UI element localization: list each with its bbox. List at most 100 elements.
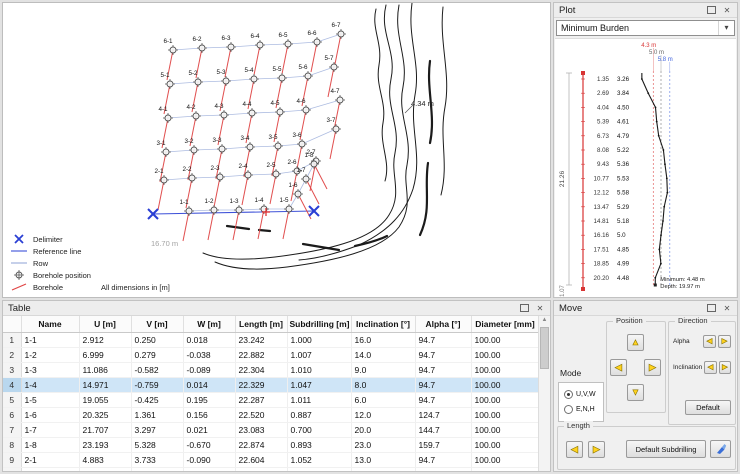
borehole-position[interactable]	[249, 74, 259, 84]
table-row[interactable]: 102-26.6703.763-0.12122.6011.02414.094.7…	[3, 467, 538, 471]
table-cell[interactable]: 1.010	[287, 362, 352, 378]
table-cell[interactable]: -0.670	[183, 437, 236, 453]
table-panel-titlebar[interactable]: Table ✕	[3, 301, 550, 316]
row-number[interactable]: 2	[3, 347, 22, 363]
borehole-position[interactable]	[301, 174, 311, 184]
borehole-position[interactable]	[187, 173, 197, 183]
table-cell[interactable]: 3.763	[131, 467, 184, 471]
table-cell[interactable]: 100.00	[471, 452, 538, 468]
borehole-position[interactable]	[168, 45, 178, 55]
table-cell[interactable]: 0.018	[183, 332, 236, 348]
move-up-button[interactable]: ▲	[627, 334, 644, 351]
borehole-position[interactable]	[215, 172, 225, 182]
borehole-position[interactable]	[335, 95, 345, 105]
close-icon[interactable]: ✕	[720, 302, 734, 314]
table-row[interactable]: 1 1-1 2.912 0.250 0.018 23.242 1.000 16.0 94.7 10…	[3, 332, 538, 348]
table-row[interactable]: 2 1-2 6.999 0.279 -0.038 22.882 1.007 14.0 94.7 1…	[3, 347, 538, 363]
table-cell[interactable]: 22.604	[235, 452, 288, 468]
table-cell[interactable]: 1-1	[21, 332, 80, 348]
borehole-position[interactable]	[159, 175, 169, 185]
borehole-trace[interactable]	[310, 41, 318, 73]
table-cell[interactable]: 94.7	[415, 362, 472, 378]
row-number[interactable]: 10	[3, 467, 22, 471]
row-number[interactable]: 7	[3, 422, 22, 438]
table-cell[interactable]: 94.7	[415, 347, 472, 363]
default-subdrilling-button[interactable]: Default Subdrilling	[626, 440, 706, 458]
borehole-trace[interactable]	[224, 46, 232, 78]
borehole-position[interactable]	[273, 141, 283, 151]
table-cell[interactable]: -0.121	[183, 467, 236, 471]
borehole-position[interactable]	[191, 111, 201, 121]
table-cell[interactable]: 22.329	[235, 377, 288, 393]
table-cell[interactable]: 6.0	[351, 392, 416, 408]
table-cell[interactable]: 94.7	[415, 452, 472, 468]
table-cell[interactable]: 1.000	[287, 332, 352, 348]
borehole-position[interactable]	[209, 205, 219, 215]
inclination-increase-button[interactable]: ▶	[718, 360, 731, 374]
borehole-position[interactable]	[243, 170, 253, 180]
borehole-position[interactable]	[297, 139, 307, 149]
move-right-button[interactable]: ▶	[644, 359, 661, 376]
table-cell[interactable]: 21.707	[79, 422, 132, 438]
table-cell[interactable]: 22.287	[235, 392, 288, 408]
scroll-up-icon[interactable]: ▲	[539, 316, 550, 325]
borehole-position[interactable]	[284, 204, 294, 214]
table-cell[interactable]: 1-5	[21, 392, 80, 408]
table-cell[interactable]: 100.00	[471, 422, 538, 438]
row-number[interactable]: 4	[3, 377, 22, 393]
borehole-position[interactable]	[226, 42, 236, 52]
borehole-position[interactable]	[312, 37, 322, 47]
table-cell[interactable]: 1-8	[21, 437, 80, 453]
borehole-position[interactable]	[283, 39, 293, 49]
table-cell[interactable]: 124.7	[415, 407, 472, 423]
table-cell[interactable]: 19.055	[79, 392, 132, 408]
table-cell[interactable]: 100.00	[471, 392, 538, 408]
borehole-position[interactable]	[219, 110, 229, 120]
map-canvas-panel[interactable]: 6-1 6-2 6-3 6-4 6-5 6-6 6-7 5-1 5-2 5-3 5-4 5-5 5-6 5…	[2, 2, 551, 298]
table-cell[interactable]: 1-6	[21, 407, 80, 423]
table-cell[interactable]: 3.733	[131, 452, 184, 468]
mode-radio-uvw[interactable]: U,V,W	[564, 390, 603, 399]
table-cell[interactable]: 100.00	[471, 377, 538, 393]
borehole-position[interactable]	[293, 189, 303, 199]
table-cell[interactable]: 2.912	[79, 332, 132, 348]
table-cell[interactable]: 23.193	[79, 437, 132, 453]
table-cell[interactable]: 23.083	[235, 422, 288, 438]
borehole-trace[interactable]	[269, 173, 277, 205]
table-cell[interactable]: -0.038	[183, 347, 236, 363]
table-header-row[interactable]: Name U [m] V [m] W [m] Length [m] Subdrilling…	[3, 316, 538, 333]
table-cell[interactable]: 159.7	[415, 437, 472, 453]
table-cell[interactable]: 12.0	[351, 407, 416, 423]
table-cell[interactable]: 0.195	[183, 392, 236, 408]
table-cell[interactable]: 22.874	[235, 437, 288, 453]
table-cell[interactable]: 4.883	[79, 452, 132, 468]
table-cell[interactable]: 6.999	[79, 347, 132, 363]
close-icon[interactable]: ✕	[720, 4, 734, 16]
table-cell[interactable]: 6.670	[79, 467, 132, 471]
column-header[interactable]: Alpha [°]	[415, 316, 472, 333]
borehole-position[interactable]	[165, 79, 175, 89]
table-cell[interactable]: 0.700	[287, 422, 352, 438]
column-header[interactable]: Inclination [°]	[351, 316, 416, 333]
borehole-trace[interactable]	[281, 43, 289, 75]
table-cell[interactable]: 14.0	[351, 467, 416, 471]
borehole-position[interactable]	[247, 108, 257, 118]
table-cell[interactable]: -0.089	[183, 362, 236, 378]
table-row[interactable]: 8 1-8 23.193 5.328 -0.670 22.874 0.893 23.0 159.…	[3, 437, 538, 453]
borehole-position[interactable]	[217, 144, 227, 154]
row-number[interactable]: 9	[3, 452, 22, 468]
borehole-trace[interactable]	[305, 178, 320, 205]
table-cell[interactable]: 3.297	[131, 422, 184, 438]
table-row[interactable]: 6 1-6 20.325 1.361 0.156 22.520 0.887 12.0 124.7…	[3, 407, 538, 423]
table-cell[interactable]: 94.7	[415, 467, 472, 471]
borehole-position[interactable]	[221, 76, 231, 86]
column-header[interactable]: Diameter [mm]	[471, 316, 538, 333]
close-icon[interactable]: ✕	[533, 302, 547, 314]
borehole-trace[interactable]	[253, 44, 261, 76]
column-header[interactable]: U [m]	[79, 316, 132, 333]
table-cell[interactable]: 1.024	[287, 467, 352, 471]
borehole-position[interactable]	[275, 107, 285, 117]
table-cell[interactable]: 0.279	[131, 347, 184, 363]
borehole-position[interactable]	[255, 40, 265, 50]
table-cell[interactable]: 8.0	[351, 377, 416, 393]
